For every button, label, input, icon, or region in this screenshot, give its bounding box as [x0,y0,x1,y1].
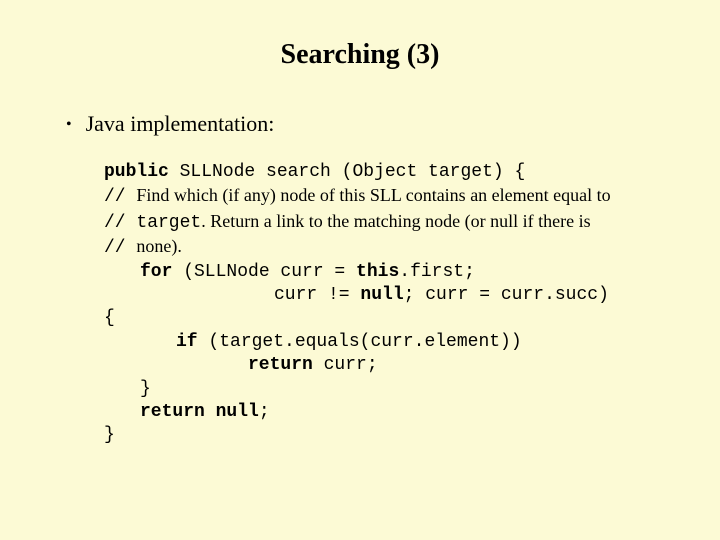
code-text: curr; [313,355,378,375]
code-text: SLLNode search (Object target) { [169,162,525,182]
kw-for: for [140,262,172,282]
comment-slashes: // [104,187,136,207]
code-line-9: return curr; [248,354,670,377]
code-line-2: // Find which (if any) node of this SLL … [104,184,670,209]
code-line-3: // target. Return a link to the matching… [104,210,670,235]
comment-text: Find which (if any) node of this SLL con… [136,185,610,205]
comment-slashes: // [104,238,136,258]
code-line-6: curr != null; curr = curr.succ) [104,284,670,307]
code-text: ; curr = curr.succ) [404,285,609,305]
code-line-8: if (target.equals(curr.element)) [176,331,670,354]
kw-public: public [104,162,169,182]
code-line-10: } [140,378,670,401]
kw-null: null [205,402,259,422]
code-line-4: // none). [104,235,670,260]
kw-return: return [248,355,313,375]
code-line-12: } [104,424,670,447]
code-line-5: for (SLLNode curr = this.first; [140,261,670,284]
code-line-1: public SLLNode search (Object target) { [104,161,670,184]
kw-this: this [356,262,399,282]
comment-text: . Return a link to the matching node (or… [201,211,590,231]
bullet-dot-icon: • [66,117,72,133]
slide-title: Searching (3) [50,39,670,71]
comment-code-word: target [136,213,201,233]
kw-if: if [176,332,198,352]
code-block: public SLLNode search (Object target) { … [104,161,670,448]
bullet-item: • Java implementation: [66,111,670,137]
code-text: ; [259,402,270,422]
code-text: (target.equals(curr.element)) [198,332,522,352]
code-text: (SLLNode curr = [172,262,356,282]
bullet-text: Java implementation: [86,111,275,137]
code-line-7: { [104,307,670,330]
slide: Searching (3) • Java implementation: pub… [0,0,720,540]
kw-null: null [360,285,403,305]
comment-slashes: // [104,213,136,233]
code-text: curr != [274,285,360,305]
comment-text: none). [136,236,181,256]
kw-return: return [140,402,205,422]
code-text: .first; [399,262,475,282]
code-line-11: return null; [140,401,670,424]
